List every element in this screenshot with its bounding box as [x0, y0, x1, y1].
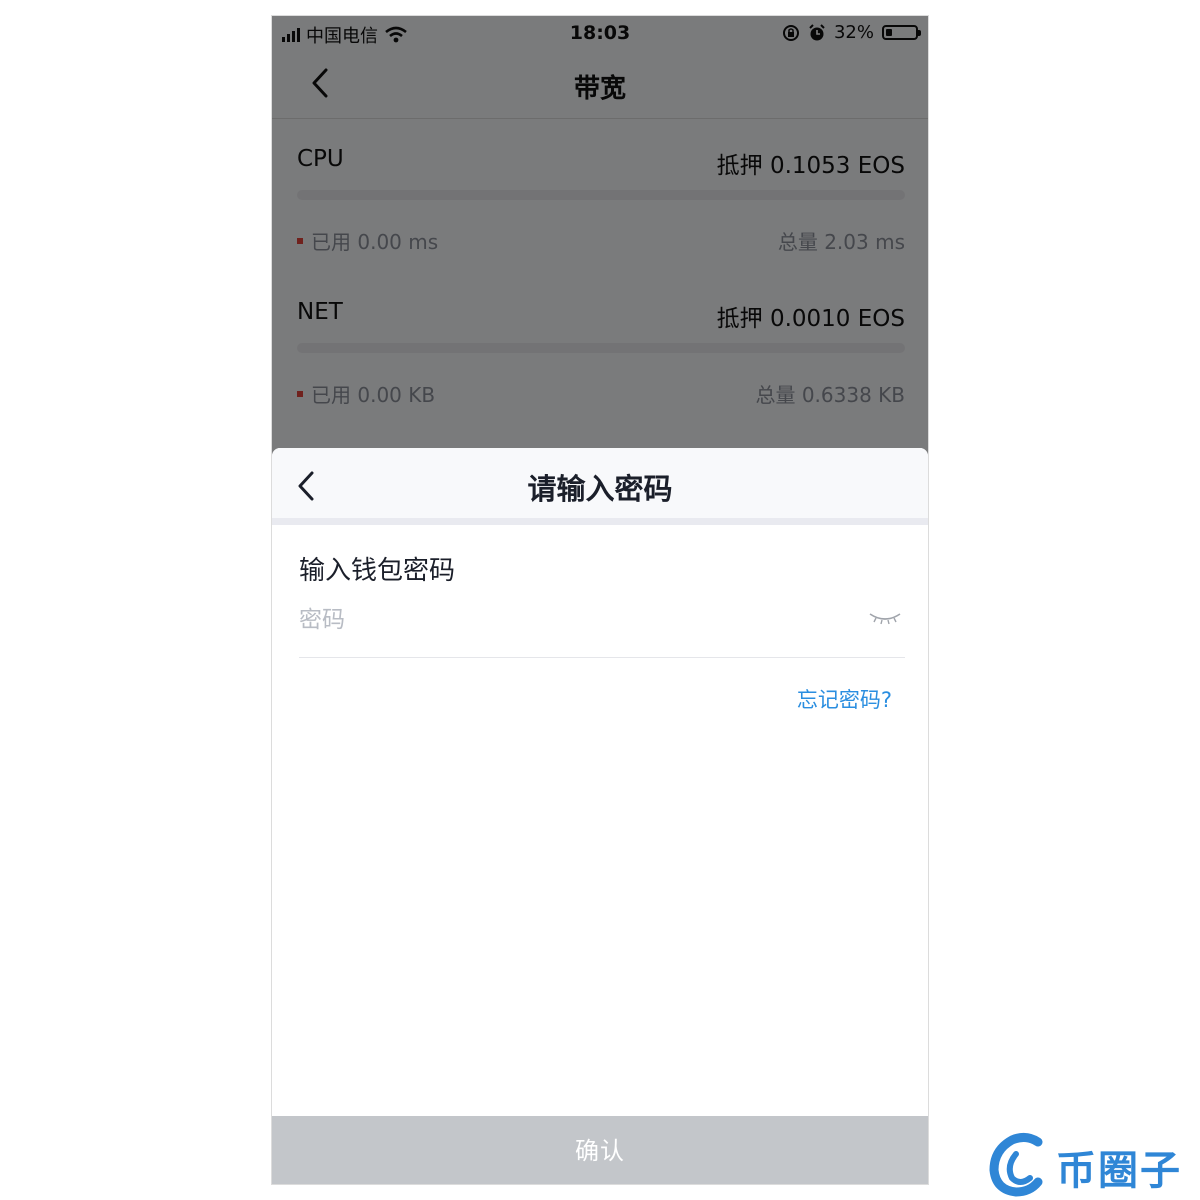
password-sheet: 请输入密码 输入钱包密码 忘记密码? 确认 — [272, 448, 928, 1184]
password-input[interactable] — [299, 598, 839, 642]
confirm-button[interactable]: 确认 — [272, 1116, 928, 1184]
header-divider — [272, 518, 928, 525]
input-underline — [299, 657, 905, 658]
sheet-title: 请输入密码 — [527, 472, 673, 506]
watermark-mark-icon — [989, 1132, 1043, 1197]
watermark-logo: 币圈子 — [986, 1132, 1200, 1198]
modal-backdrop[interactable] — [272, 16, 928, 456]
forgot-password-link[interactable]: 忘记密码? — [797, 684, 892, 714]
sheet-header: 请输入密码 — [272, 448, 928, 518]
password-field-label: 输入钱包密码 — [299, 556, 456, 586]
phone-screen: 中国电信 18:03 32% — [271, 15, 929, 1185]
watermark-text: 币圈子 — [1056, 1148, 1182, 1194]
eye-closed-icon[interactable] — [868, 610, 902, 630]
